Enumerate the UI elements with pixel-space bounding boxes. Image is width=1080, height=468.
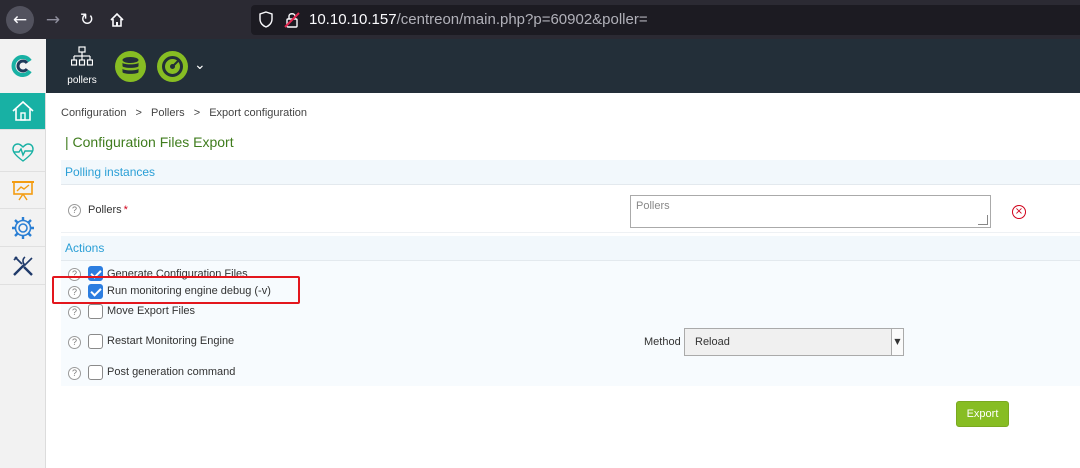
breadcrumb-item-export[interactable]: Export configuration bbox=[209, 107, 307, 119]
breadcrumb-item-configuration[interactable]: Configuration bbox=[61, 107, 126, 119]
gear-icon bbox=[11, 217, 34, 239]
home-icon[interactable] bbox=[103, 6, 131, 34]
post-command-label: Post generation command bbox=[107, 366, 236, 378]
back-arrow-icon[interactable]: ← bbox=[6, 6, 34, 34]
engine-status-icon[interactable] bbox=[157, 51, 188, 82]
breadcrumb-separator: > bbox=[135, 107, 142, 119]
export-button[interactable]: Export bbox=[956, 401, 1009, 427]
move-files-checkbox[interactable] bbox=[88, 304, 103, 319]
sidebar-item-home[interactable] bbox=[0, 93, 45, 130]
breadcrumb-separator: > bbox=[193, 107, 201, 119]
help-icon[interactable]: ? bbox=[68, 367, 81, 380]
tools-icon bbox=[12, 256, 33, 276]
method-selected-value: Reload bbox=[695, 336, 730, 348]
annotation-highlight-box bbox=[52, 276, 300, 304]
method-label: Method bbox=[644, 336, 681, 348]
database-status-icon[interactable] bbox=[115, 51, 146, 82]
address-bar[interactable]: 10.10.10.157/centreon/main.php?p=60902&p… bbox=[251, 5, 1080, 35]
home-icon bbox=[11, 100, 34, 121]
reload-icon[interactable]: ↻ bbox=[73, 6, 101, 34]
top-header: pollers ⌄ bbox=[46, 39, 1080, 93]
post-command-checkbox[interactable] bbox=[88, 365, 103, 380]
chevron-down-icon[interactable]: ⌄ bbox=[194, 57, 206, 73]
left-sidebar bbox=[0, 39, 46, 468]
pollers-label: Pollers * bbox=[88, 204, 128, 216]
centreon-logo-icon bbox=[11, 55, 32, 77]
centreon-logo[interactable] bbox=[0, 39, 46, 93]
sidebar-item-monitoring[interactable] bbox=[0, 135, 45, 172]
restart-engine-label: Restart Monitoring Engine bbox=[107, 335, 235, 347]
pollers-placeholder: Pollers bbox=[636, 200, 670, 212]
pollers-status[interactable]: pollers bbox=[62, 46, 102, 86]
breadcrumb: Configuration > Pollers > Export configu… bbox=[61, 107, 307, 119]
url-host: 10.10.10.157 bbox=[309, 11, 397, 28]
main-content: Configuration > Pollers > Export configu… bbox=[46, 93, 1080, 468]
sidebar-item-configuration[interactable] bbox=[0, 210, 45, 247]
database-icon bbox=[122, 57, 139, 74]
shield-icon[interactable] bbox=[259, 11, 273, 28]
pollers-select-input[interactable]: Pollers bbox=[630, 195, 991, 228]
pollers-label-text: Pollers bbox=[88, 204, 122, 216]
page-title: | Configuration Files Export bbox=[65, 134, 234, 150]
sidebar-item-reporting[interactable] bbox=[0, 172, 45, 209]
pollers-label: pollers bbox=[67, 75, 97, 86]
presentation-chart-icon bbox=[11, 181, 34, 201]
restart-row: ? Restart Monitoring Engine bbox=[61, 325, 1080, 357]
section-actions: Actions bbox=[61, 236, 1080, 261]
help-icon[interactable]: ? bbox=[68, 306, 81, 319]
breadcrumb-item-pollers[interactable]: Pollers bbox=[151, 107, 185, 119]
post-row: ? Post generation command bbox=[61, 360, 1080, 386]
browser-toolbar: ← → ↻ 10.10.10.157/centreon/main.php?p=6… bbox=[0, 0, 1080, 39]
gauge-icon bbox=[162, 56, 183, 77]
method-select[interactable]: Reload ▼ bbox=[684, 328, 904, 356]
url-path: /centreon/main.php?p=60902&poller= bbox=[396, 11, 648, 28]
clear-selection-icon[interactable]: × bbox=[1012, 205, 1026, 219]
dropdown-arrow-icon[interactable]: ▼ bbox=[891, 329, 903, 355]
sidebar-item-administration[interactable] bbox=[0, 248, 45, 285]
move-files-label: Move Export Files bbox=[107, 305, 196, 317]
pollers-network-icon bbox=[70, 46, 94, 66]
url-text[interactable]: 10.10.10.157/centreon/main.php?p=60902&p… bbox=[309, 11, 648, 28]
help-icon[interactable]: ? bbox=[68, 336, 81, 349]
insecure-lock-icon[interactable] bbox=[284, 11, 300, 28]
help-icon[interactable]: ? bbox=[68, 204, 81, 217]
heartbeat-icon bbox=[11, 143, 34, 162]
move-row: ? Move Export Files bbox=[61, 301, 1080, 323]
section-polling-instances: Polling instances bbox=[61, 160, 1080, 185]
restart-engine-checkbox[interactable] bbox=[88, 334, 103, 349]
forward-arrow-icon[interactable]: → bbox=[39, 6, 67, 34]
resize-grip-icon[interactable] bbox=[978, 215, 988, 225]
required-marker: * bbox=[123, 204, 128, 216]
